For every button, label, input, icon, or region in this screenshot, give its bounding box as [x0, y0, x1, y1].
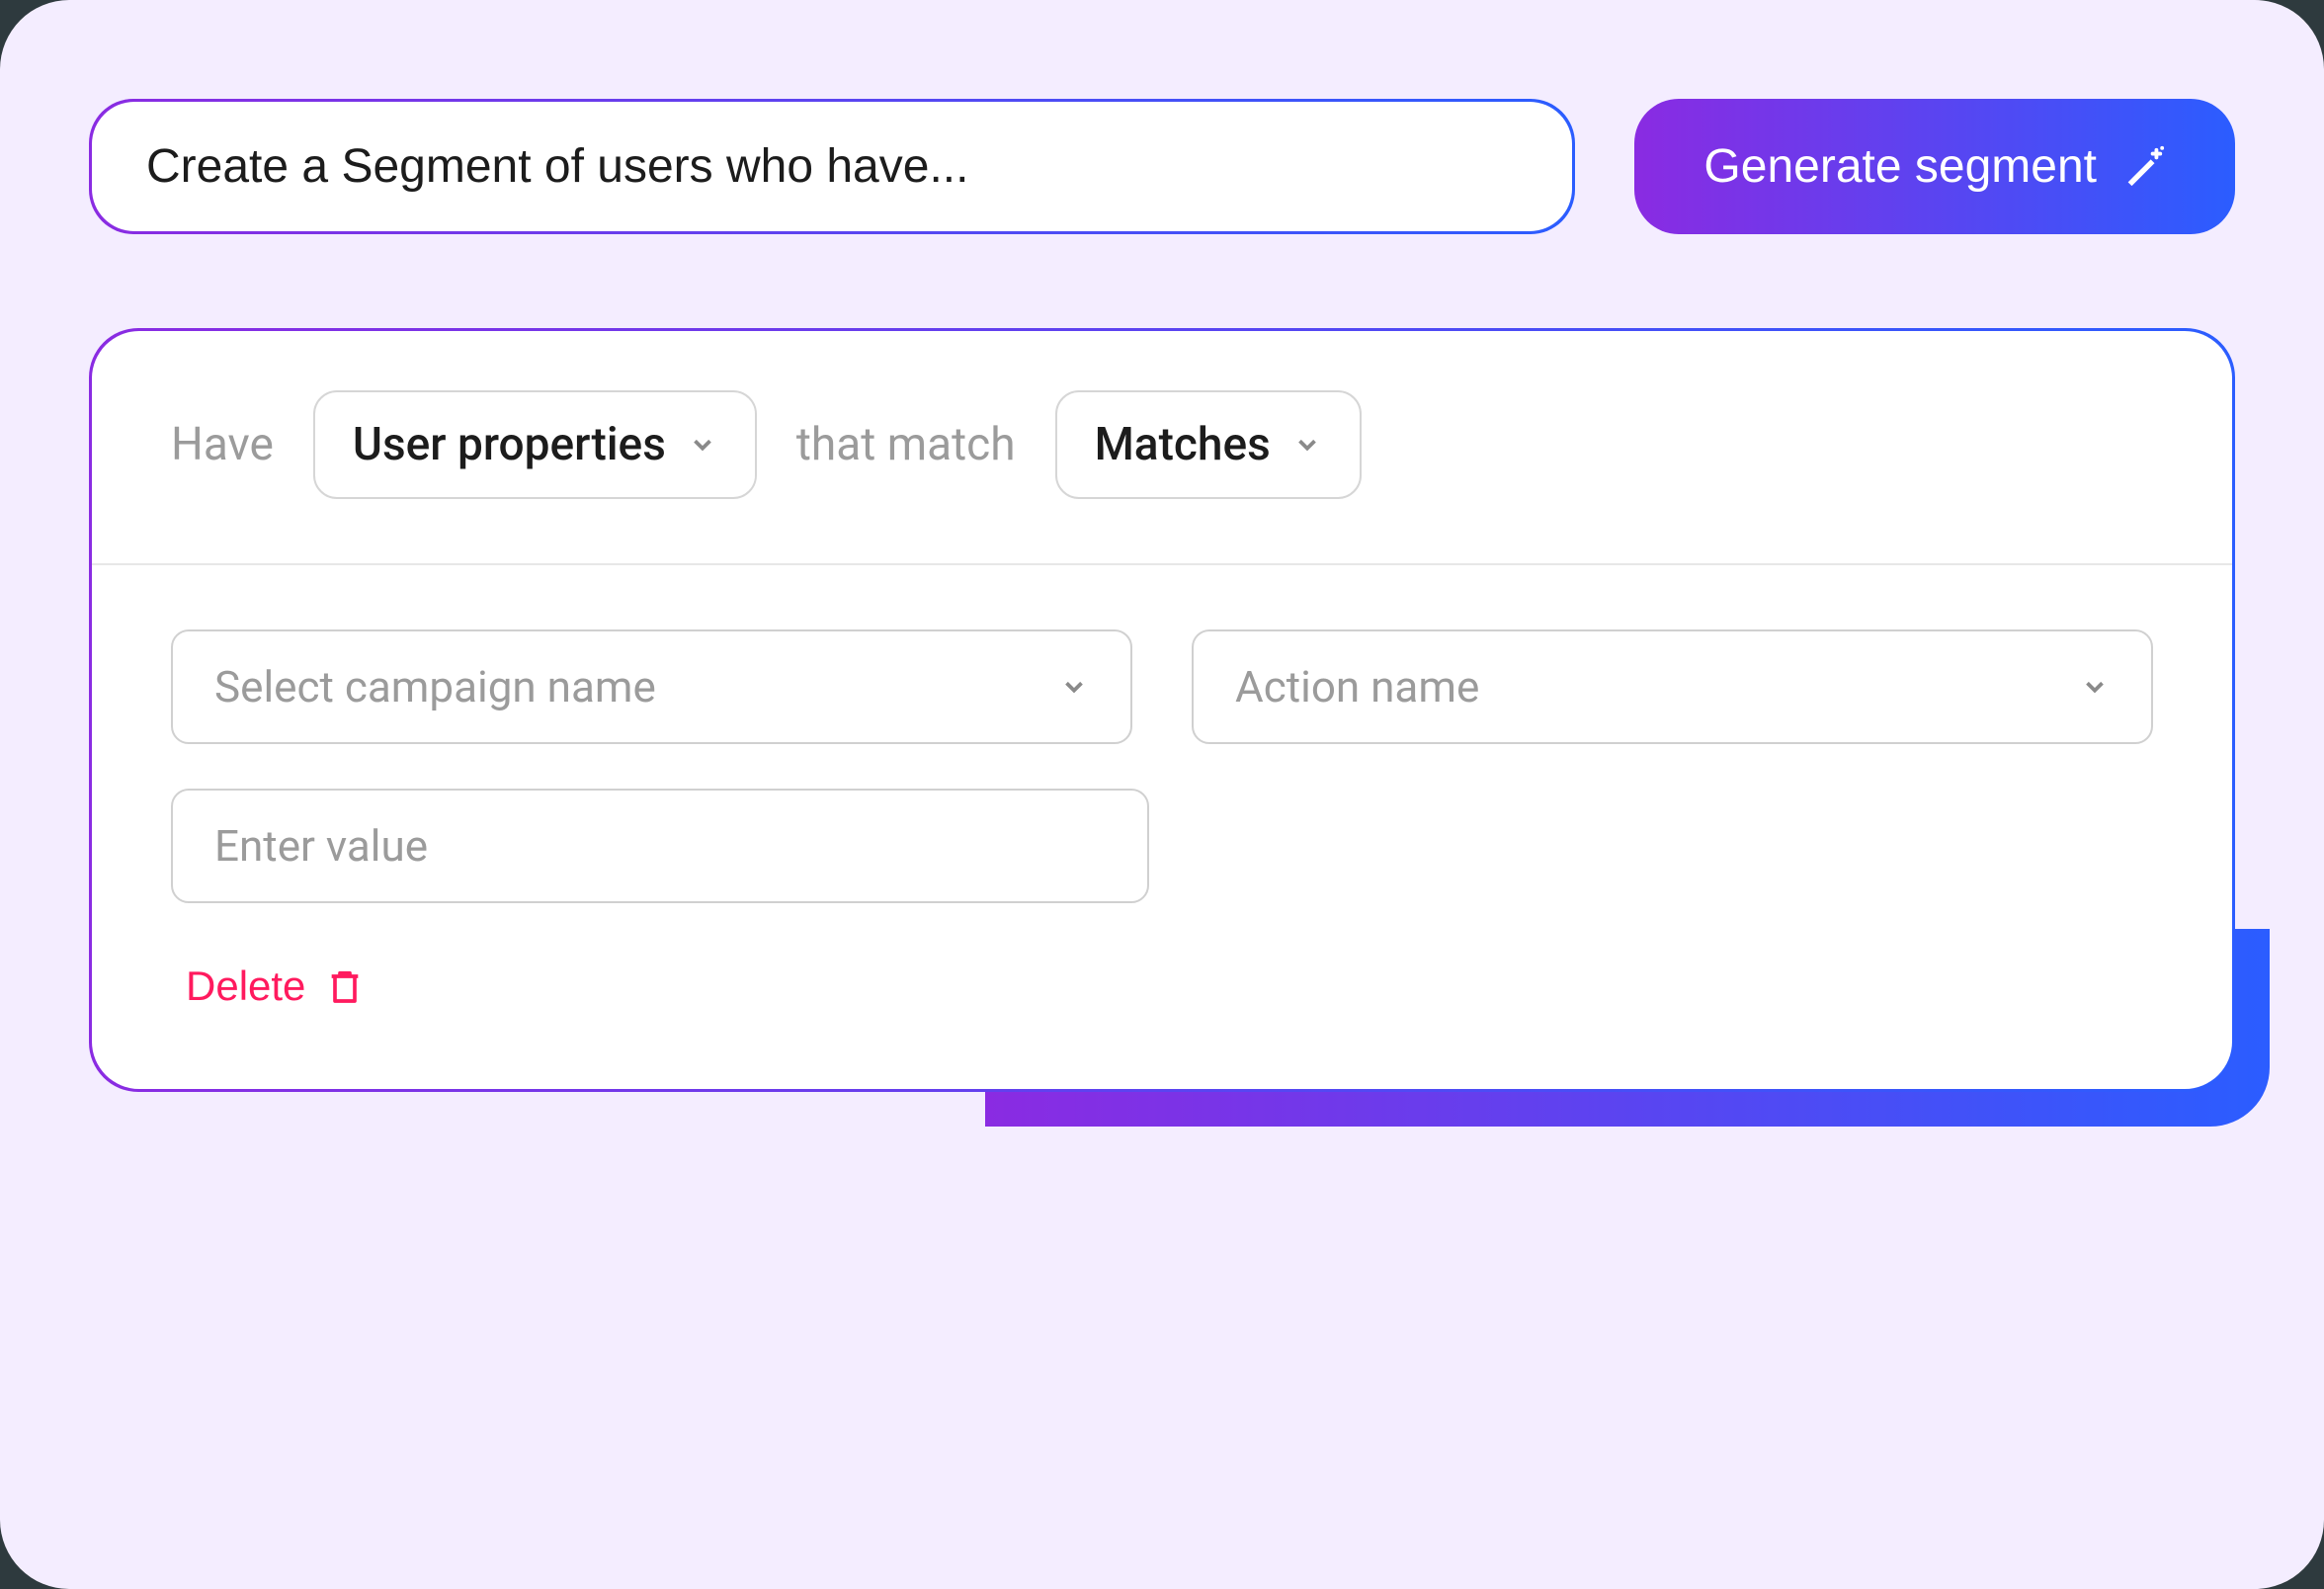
delete-label: Delete — [186, 962, 305, 1010]
generate-segment-button[interactable]: Generate segment — [1634, 99, 2235, 234]
chevron-down-icon — [1059, 672, 1089, 702]
chevron-down-icon — [688, 430, 717, 460]
that-match-label: that match — [796, 418, 1016, 471]
match-operator-value: Matches — [1095, 418, 1271, 471]
magic-wand-icon — [2120, 144, 2166, 190]
chevron-down-icon — [2080, 672, 2110, 702]
rule-card-inner: Have User properties that match Matches — [92, 331, 2232, 1089]
segment-prompt-input[interactable] — [92, 102, 1572, 231]
rule-card: Have User properties that match Matches — [89, 328, 2235, 1092]
have-label: Have — [171, 418, 274, 471]
generate-segment-label: Generate segment — [1703, 139, 2097, 194]
campaign-name-select[interactable]: Select campaign name — [171, 629, 1132, 744]
campaign-name-placeholder: Select campaign name — [214, 661, 656, 712]
prompt-input-wrapper — [89, 99, 1575, 234]
property-type-select[interactable]: User properties — [313, 390, 757, 499]
top-bar: Generate segment — [89, 99, 2235, 234]
property-type-value: User properties — [353, 418, 666, 471]
builder-area: Have User properties that match Matches — [89, 328, 2235, 1092]
rule-body: Select campaign name Action name Enter v… — [92, 565, 2232, 1089]
action-name-select[interactable]: Action name — [1192, 629, 2153, 744]
rule-header-row: Have User properties that match Matches — [92, 331, 2232, 565]
match-operator-select[interactable]: Matches — [1055, 390, 1362, 499]
chevron-down-icon — [1292, 430, 1322, 460]
field-row-1: Select campaign name Action name — [171, 629, 2153, 744]
value-placeholder: Enter value — [214, 820, 428, 872]
action-name-placeholder: Action name — [1235, 661, 1479, 712]
field-row-2: Enter value — [171, 789, 2153, 903]
trash-icon — [325, 966, 365, 1006]
delete-rule-button[interactable]: Delete — [171, 948, 365, 1020]
value-input[interactable]: Enter value — [171, 789, 1149, 903]
segment-builder-panel: Generate segment Have User properties th… — [0, 0, 2324, 1589]
